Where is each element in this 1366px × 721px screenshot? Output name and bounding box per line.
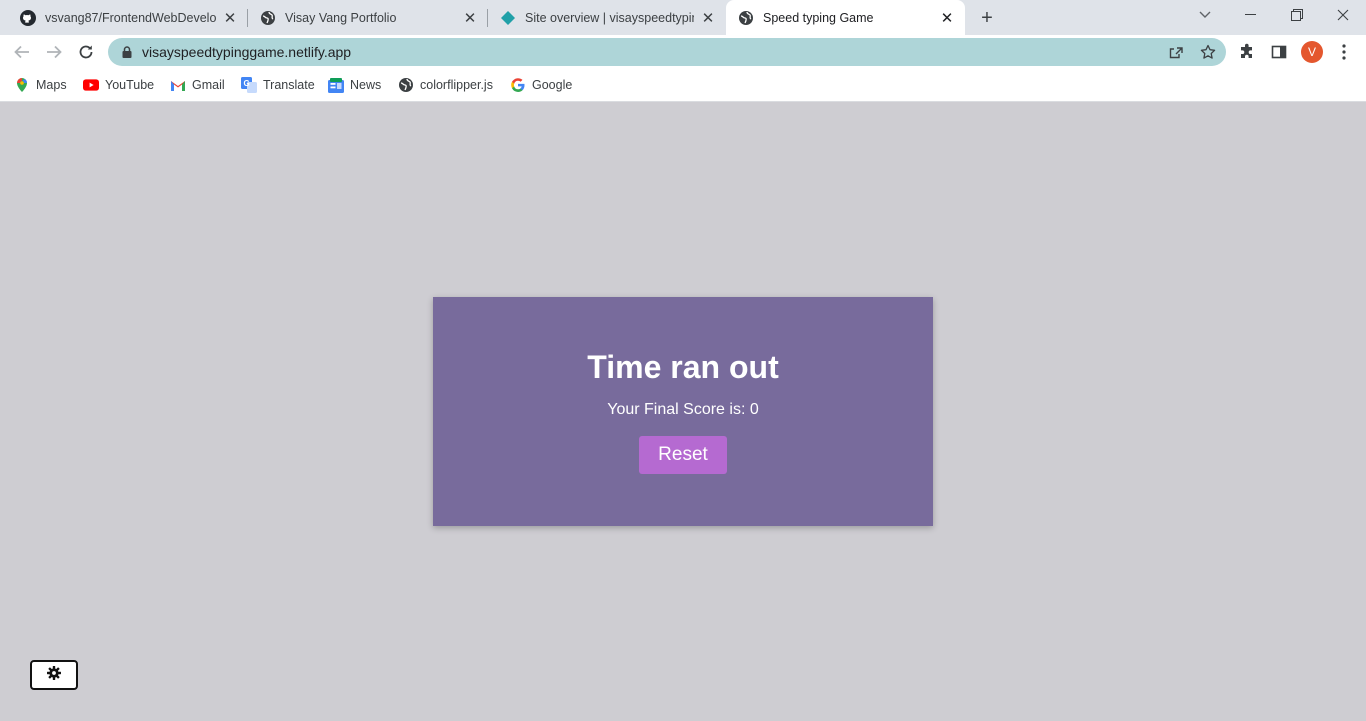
- close-icon[interactable]: ✕: [462, 10, 478, 27]
- bookmark-label: Google: [532, 78, 573, 92]
- tab-github[interactable]: vsvang87/FrontendWebDevelope ✕: [8, 0, 248, 35]
- address-bar[interactable]: visayspeedtypinggame.netlify.app: [108, 38, 1226, 66]
- new-tab-button[interactable]: +: [976, 7, 998, 29]
- close-icon[interactable]: ✕: [222, 10, 238, 27]
- bookmark-label: colorflipper.js: [420, 78, 493, 92]
- github-icon: [20, 9, 36, 26]
- profile-avatar[interactable]: V: [1301, 41, 1323, 63]
- translate-icon: G: [241, 77, 257, 93]
- bookmark-label: Translate: [263, 78, 315, 92]
- bookmarks-bar: Maps YouTube Gmail G Translate News colo…: [0, 69, 1366, 102]
- reload-button[interactable]: [74, 40, 98, 64]
- bookmark-label: Maps: [36, 78, 67, 92]
- gear-icon: [47, 665, 61, 685]
- bookmark-maps[interactable]: Maps: [14, 76, 67, 94]
- globe-icon: [398, 77, 414, 93]
- google-icon: [510, 77, 526, 93]
- svg-text:G: G: [244, 79, 250, 88]
- globe-icon: [738, 10, 754, 26]
- close-icon[interactable]: ✕: [700, 10, 716, 27]
- bookmark-gmail[interactable]: Gmail: [170, 76, 225, 94]
- bookmark-star-icon[interactable]: [1199, 43, 1217, 61]
- bookmark-label: News: [350, 78, 382, 92]
- bookmark-label: Gmail: [192, 78, 225, 92]
- settings-button[interactable]: [30, 660, 78, 690]
- youtube-icon: [83, 77, 99, 93]
- url-text[interactable]: visayspeedtypinggame.netlify.app: [142, 44, 351, 60]
- tab-search-chevron-icon[interactable]: [1182, 0, 1228, 30]
- back-button[interactable]: [10, 40, 34, 64]
- extensions-icon[interactable]: [1237, 42, 1257, 62]
- reset-button[interactable]: Reset: [639, 436, 727, 474]
- tab-title: Site overview | visayspeedtypingg: [525, 10, 694, 25]
- bookmark-label: YouTube: [105, 78, 155, 92]
- close-icon[interactable]: ✕: [939, 10, 955, 27]
- netlify-icon: [500, 10, 516, 26]
- lock-icon[interactable]: [120, 45, 134, 59]
- bookmark-colorflipper[interactable]: colorflipper.js: [398, 76, 493, 94]
- tab-portfolio[interactable]: Visay Vang Portfolio ✕: [248, 0, 488, 35]
- maps-icon: [14, 77, 30, 93]
- tab-speed-typing-game[interactable]: Speed typing Game ✕: [726, 0, 965, 35]
- bookmark-news[interactable]: News: [328, 76, 381, 94]
- close-window-button[interactable]: [1320, 0, 1366, 30]
- restore-button[interactable]: [1274, 0, 1320, 30]
- gmail-icon: [170, 77, 186, 93]
- tab-strip: vsvang87/FrontendWebDevelope ✕ Visay Van…: [0, 0, 1366, 35]
- minimize-button[interactable]: [1228, 0, 1274, 30]
- game-over-card: Time ran out Your Final Score is: 0 Rese…: [433, 297, 933, 526]
- tab-title: Visay Vang Portfolio: [285, 10, 397, 25]
- final-score-text: Your Final Score is: 0: [607, 401, 759, 418]
- tab-netlify[interactable]: Site overview | visayspeedtypingg ✕: [488, 0, 726, 35]
- tab-title: vsvang87/FrontendWebDevelope: [45, 10, 216, 25]
- game-over-title: Time ran out: [587, 349, 779, 385]
- tab-title: Speed typing Game: [763, 10, 874, 25]
- bookmark-google[interactable]: Google: [510, 76, 572, 94]
- menu-kebab-icon[interactable]: [1334, 42, 1354, 62]
- globe-icon: [260, 10, 276, 26]
- side-panel-icon[interactable]: [1269, 42, 1289, 62]
- bookmark-translate[interactable]: G Translate: [241, 76, 315, 94]
- forward-button[interactable]: [42, 40, 66, 64]
- news-icon: [328, 77, 344, 93]
- bookmark-youtube[interactable]: YouTube: [83, 76, 154, 94]
- share-icon[interactable]: [1167, 43, 1185, 61]
